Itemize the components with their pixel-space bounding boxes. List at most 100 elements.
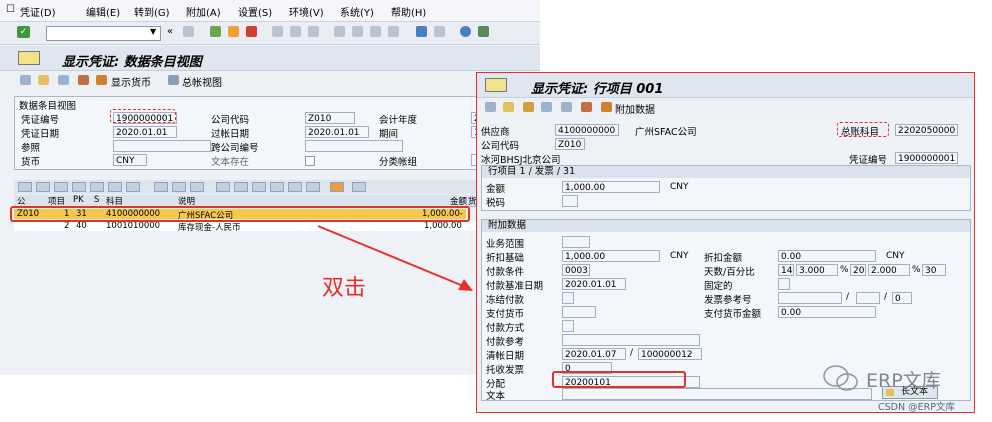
layout-icon[interactable] — [306, 182, 320, 192]
menu-icon[interactable]: ☐ — [6, 4, 15, 15]
first-page-icon[interactable] — [334, 26, 345, 37]
menu-extras[interactable]: 附加(A) — [186, 4, 221, 19]
enter-icon[interactable]: ✓ — [17, 26, 30, 38]
menu-help[interactable]: 帮助(H) — [391, 4, 426, 19]
invoice-ref-field-1[interactable] — [778, 292, 842, 304]
export-icon[interactable] — [270, 182, 284, 192]
line-item-window: 显示凭证: 行项目 001 附加数据 供应商 4100000000 广州SFAC… — [476, 72, 975, 413]
find-next-icon[interactable] — [308, 26, 319, 37]
gl-account-field[interactable]: 2202050000 — [895, 124, 958, 136]
col-pk[interactable]: PK — [73, 195, 84, 205]
payment-block-field[interactable] — [562, 292, 574, 304]
baseline-date-field[interactable]: 2020.01.01 — [562, 278, 626, 290]
currency-field[interactable]: CNY — [113, 154, 147, 166]
percent2-field[interactable]: 2.000 — [868, 264, 910, 276]
vendor-field[interactable]: 4100000000 — [555, 124, 619, 136]
days2-field[interactable]: 20 — [850, 264, 866, 276]
help-icon[interactable] — [460, 26, 471, 37]
col-s[interactable]: S — [94, 195, 99, 205]
change-display-icon[interactable] — [485, 102, 496, 112]
find-icon[interactable] — [72, 182, 86, 192]
shortcut-icon[interactable] — [434, 26, 445, 37]
other-document-icon[interactable] — [38, 75, 49, 85]
last-page-icon[interactable] — [388, 26, 399, 37]
payment-currency-amount-field[interactable]: 0.00 — [778, 306, 876, 318]
command-field[interactable] — [46, 26, 161, 41]
filter-dropdown-icon[interactable] — [126, 182, 140, 192]
menu-edit[interactable]: 编辑(E) — [86, 4, 120, 19]
new-session-icon[interactable] — [416, 26, 427, 37]
general-ledger-view-button[interactable]: 总帐视图 — [182, 74, 222, 89]
discount-amount-field[interactable]: 0.00 — [778, 250, 876, 262]
days1-field[interactable]: 14 — [778, 264, 794, 276]
document-overview-icon[interactable] — [58, 75, 69, 85]
cross-company-field[interactable] — [305, 140, 403, 152]
graphic-icon[interactable] — [330, 182, 344, 192]
company-code-field[interactable]: Z010 — [555, 138, 585, 150]
additional-data-button[interactable]: 附加数据 — [615, 101, 655, 116]
filter-icon[interactable] — [108, 182, 122, 192]
find-next-icon[interactable] — [90, 182, 104, 192]
layout-menu-icon[interactable] — [478, 26, 489, 37]
next-page-icon[interactable] — [370, 26, 381, 37]
views-dropdown-icon[interactable] — [252, 182, 266, 192]
subtotal-dropdown-icon[interactable] — [190, 182, 204, 192]
menu-goto[interactable]: 转到(G) — [134, 4, 170, 19]
other-document-icon[interactable] — [503, 102, 514, 112]
print-icon[interactable] — [78, 75, 89, 85]
payment-terms-field[interactable]: 0003 — [562, 264, 590, 276]
print-icon[interactable] — [272, 26, 283, 37]
menu-document[interactable]: 凭证(D) — [20, 4, 56, 19]
business-area-field[interactable] — [562, 236, 590, 248]
invoice-ref-field-2[interactable] — [856, 292, 880, 304]
menu-system[interactable]: 系统(Y) — [340, 4, 374, 19]
display-currency-button[interactable]: 显示货币 — [111, 74, 151, 89]
next-item-icon[interactable] — [561, 102, 572, 112]
reference-field[interactable] — [113, 140, 211, 152]
clearing-date-field[interactable]: 2020.01.07 — [562, 348, 626, 360]
previous-item-icon[interactable] — [541, 102, 552, 112]
print-icon[interactable] — [581, 102, 592, 112]
details-icon[interactable] — [18, 182, 32, 192]
back-icon[interactable] — [210, 26, 221, 37]
doc-date-field[interactable]: 2020.01.01 — [113, 126, 177, 138]
posting-date-field[interactable]: 2020.01.01 — [305, 126, 369, 138]
exit-icon[interactable] — [228, 26, 239, 37]
views-icon[interactable] — [234, 182, 248, 192]
cancel-icon[interactable] — [246, 26, 257, 37]
export-dropdown-icon[interactable] — [288, 182, 302, 192]
subtotal-icon[interactable] — [172, 182, 186, 192]
find-icon[interactable] — [290, 26, 301, 37]
discount-base-field[interactable]: 1,000.00 — [562, 250, 660, 262]
fixed-field[interactable] — [778, 278, 790, 290]
sort-asc-icon[interactable] — [36, 182, 50, 192]
info-icon[interactable] — [352, 182, 366, 192]
cross-company-label: 跨公司编号 — [211, 143, 259, 154]
vendor-icon[interactable] — [523, 102, 534, 112]
text-exists-checkbox[interactable] — [305, 156, 315, 166]
page-title: 显示凭证: 行项目 001 — [531, 82, 664, 97]
payment-currency-field[interactable] — [562, 306, 596, 318]
ledger-icon — [168, 75, 179, 85]
prev-page-icon[interactable] — [352, 26, 363, 37]
history-icon[interactable]: « — [167, 26, 173, 37]
payment-reference-field[interactable] — [562, 334, 700, 346]
dropdown-icon[interactable]: ▼ — [150, 27, 156, 36]
tax-code-field[interactable] — [562, 195, 578, 207]
change-display-icon[interactable] — [20, 75, 31, 85]
percent1-field[interactable]: 3.000 — [796, 264, 838, 276]
sort-desc-icon[interactable] — [54, 182, 68, 192]
menu-environment[interactable]: 环境(V) — [289, 4, 324, 19]
save-icon[interactable] — [183, 26, 194, 37]
clearing-doc-field[interactable]: 100000012 — [638, 348, 702, 360]
data-entry-view-group: 数据条目视图 凭证编号 1900000001 公司代码 Z010 会计年度 2 … — [14, 96, 534, 170]
sum-icon[interactable] — [154, 182, 168, 192]
payment-method-field[interactable] — [562, 320, 574, 332]
menu-settings[interactable]: 设置(S) — [238, 4, 272, 19]
print-preview-icon[interactable] — [216, 182, 230, 192]
days3-field[interactable]: 30 — [922, 264, 946, 276]
doc-number-field[interactable]: 1900000001 — [895, 152, 958, 164]
invoice-ref-field-3[interactable]: 0 — [892, 292, 912, 304]
company-code-field[interactable]: Z010 — [305, 112, 355, 124]
amount-field[interactable]: 1,000.00 — [562, 181, 660, 193]
